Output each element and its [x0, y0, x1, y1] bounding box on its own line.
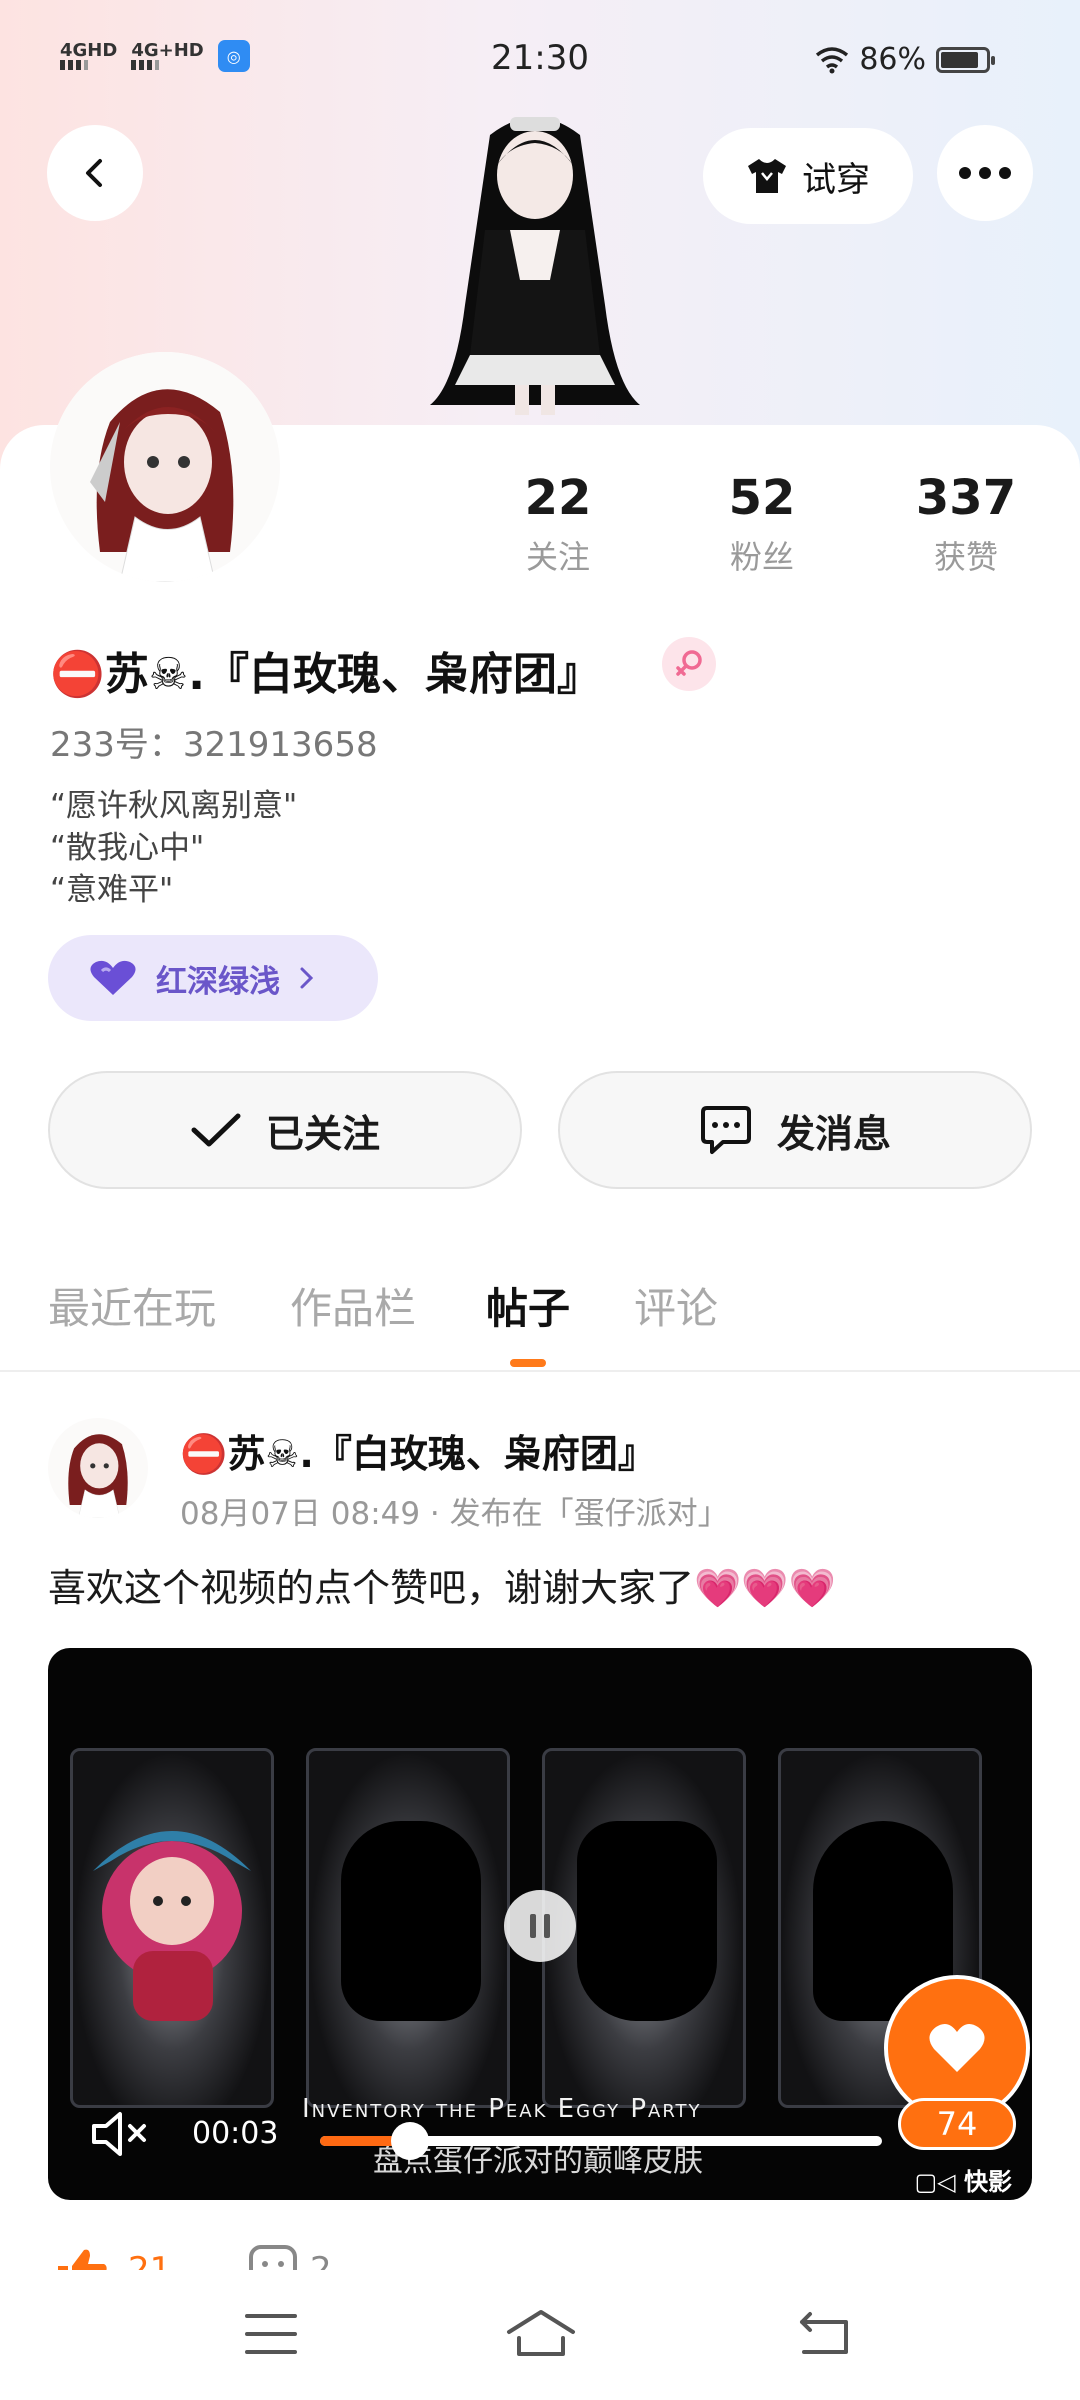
- profile-name: ⛔苏☠.『白玫瑰、枭府团』: [50, 649, 601, 700]
- try-on-label: 试穿: [802, 159, 870, 200]
- tabs-divider: [0, 1370, 1080, 1372]
- stat-followers[interactable]: 52 粉丝: [682, 470, 842, 578]
- battery-percent: 86%: [859, 42, 926, 77]
- video-progress-handle[interactable]: [390, 2122, 429, 2160]
- chevron-right-icon: [300, 967, 314, 989]
- battery-icon: [936, 46, 995, 73]
- tab-recently-played[interactable]: 最近在玩: [48, 1275, 216, 1336]
- video-player[interactable]: 00:03 Inventory the Peak Eggy Party 盘点蛋仔…: [48, 1648, 1032, 2200]
- pause-icon: [530, 1914, 550, 1938]
- post-text: 喜欢这个视频的点个赞吧，谢谢大家了💗💗💗: [48, 1566, 836, 1610]
- chat-bubble-icon: [700, 1106, 751, 1154]
- video-progress-bar[interactable]: [320, 2122, 882, 2160]
- post-author-avatar[interactable]: [48, 1418, 148, 1518]
- shirt-icon: [748, 159, 786, 193]
- video-time: 00:03: [192, 2116, 279, 2151]
- active-tab-indicator: [510, 1359, 546, 1367]
- try-on-button[interactable]: 试穿: [703, 128, 913, 224]
- home-icon[interactable]: [505, 2308, 577, 2358]
- profile-avatar[interactable]: [50, 352, 280, 582]
- bio-line: “愿许秋风离别意": [50, 788, 298, 824]
- followers-count: 52: [728, 470, 796, 526]
- followed-label: 已关注: [265, 1111, 380, 1156]
- mute-button[interactable]: [88, 2106, 152, 2166]
- back-arrow-icon: [86, 159, 102, 187]
- avatar-character-image: [430, 117, 640, 415]
- menu-icon[interactable]: [245, 2312, 297, 2356]
- followed-button[interactable]: 已关注: [48, 1071, 522, 1189]
- stat-following[interactable]: 22 关注: [478, 470, 638, 578]
- skin-card: [306, 1748, 510, 2108]
- more-icon: [959, 167, 1011, 179]
- tab-comments[interactable]: 评论: [634, 1275, 718, 1336]
- following-count: 22: [524, 470, 592, 526]
- bio-line: “意难平": [50, 872, 174, 908]
- more-options-button[interactable]: [937, 125, 1033, 221]
- wifi-icon: [816, 46, 849, 73]
- video-like-count: 74: [898, 2098, 1016, 2150]
- video-title-overlay: Inventory the Peak Eggy Party: [302, 2094, 702, 2124]
- following-label: 关注: [525, 538, 590, 576]
- check-icon: [191, 1113, 241, 1147]
- status-bar: 4GHD 4G+HD ◎ 21:30 86%: [0, 0, 1080, 120]
- female-gender-icon: [662, 637, 716, 691]
- bio-line: “散我心中": [50, 830, 205, 866]
- heart-icon: [90, 960, 136, 995]
- avatar-image: [48, 1418, 148, 1518]
- likes-received-label: 获赞: [933, 538, 998, 576]
- profile-tabs: 最近在玩 作品栏 帖子 评论: [0, 1275, 1080, 1369]
- avatar-image: [50, 352, 280, 582]
- heart-icon: [929, 2023, 985, 2072]
- likes-received-count: 337: [915, 470, 1017, 526]
- stat-likes[interactable]: 337 获赞: [886, 470, 1046, 578]
- user-id: 233号：321913658: [50, 725, 378, 765]
- back-button[interactable]: [47, 125, 143, 221]
- post-author-name[interactable]: ⛔苏☠.『白玫瑰、枭府团』: [180, 1423, 656, 1478]
- post-meta: 08月07日 08:49 · 发布在「蛋仔派对」: [180, 1496, 729, 1532]
- tab-posts[interactable]: 帖子: [486, 1275, 570, 1336]
- relationship-tag-label: 红深绿浅: [156, 963, 280, 1000]
- profile-bio: “愿许秋风离别意" “散我心中" “意难平": [50, 785, 297, 911]
- system-navigation-bar: [0, 2270, 1080, 2400]
- kuaiying-watermark: ▢◁ 快影: [914, 2168, 1013, 2196]
- tab-works[interactable]: 作品栏: [290, 1275, 416, 1336]
- skin-card: [70, 1748, 274, 2108]
- followers-label: 粉丝: [729, 538, 794, 576]
- send-message-label: 发消息: [776, 1111, 891, 1156]
- relationship-tag[interactable]: 红深绿浅: [48, 935, 378, 1021]
- pause-button[interactable]: [504, 1890, 576, 1962]
- muted-speaker-icon: [92, 2112, 146, 2156]
- send-message-button[interactable]: 发消息: [558, 1071, 1032, 1189]
- back-nav-icon[interactable]: [798, 2310, 852, 2356]
